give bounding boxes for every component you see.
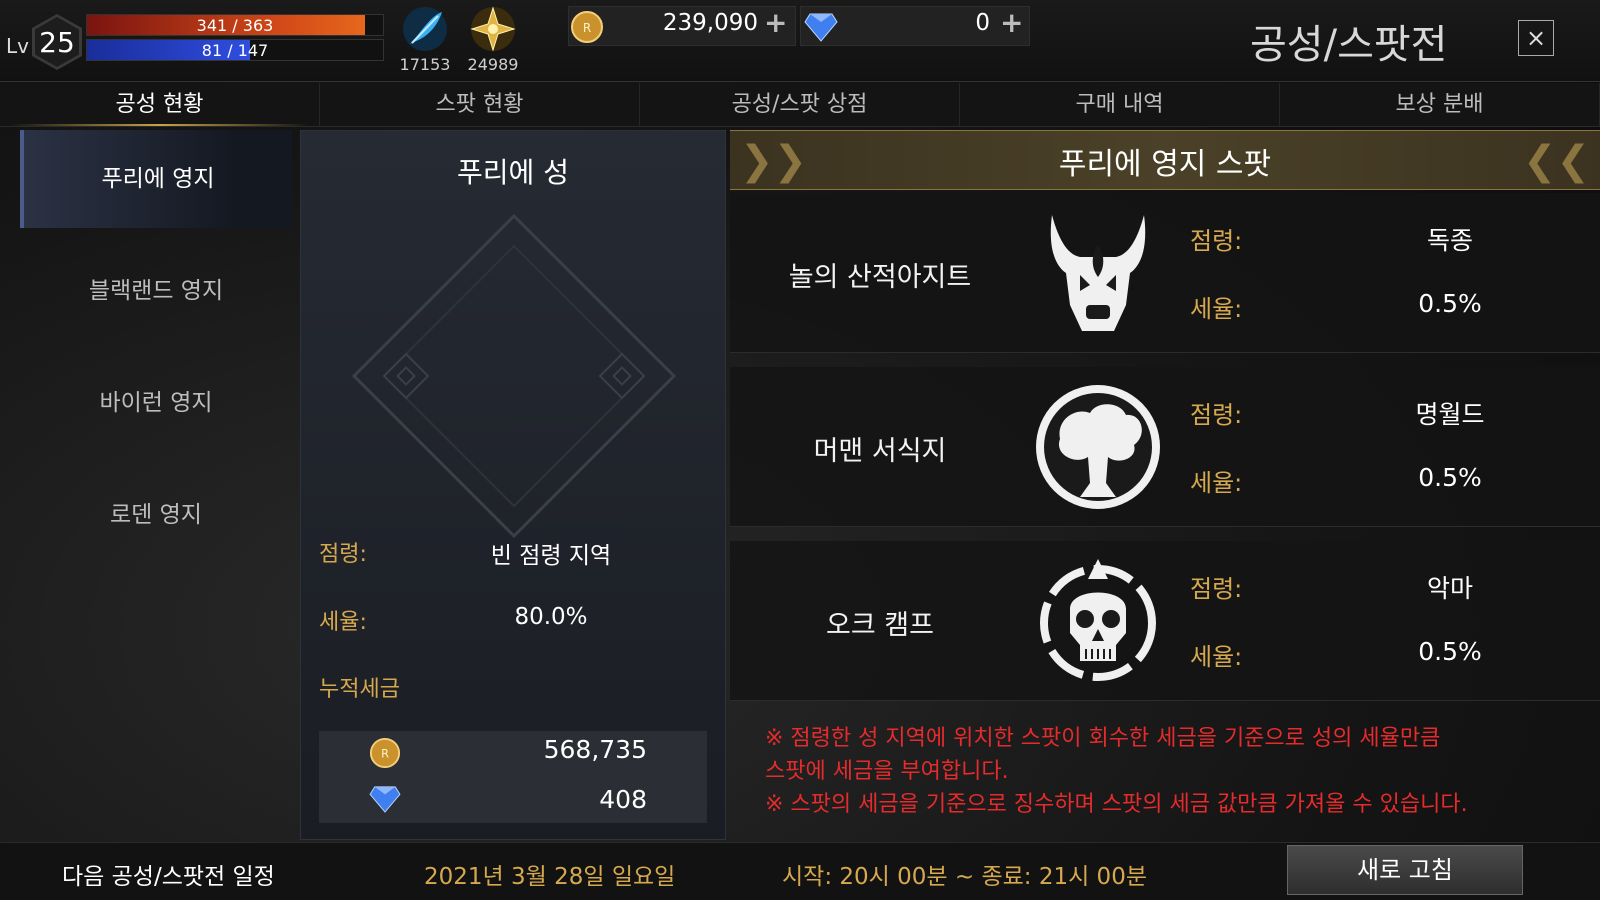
spot-row[interactable]: 놀의 산적아지트 점령: 독종 세율: 0.5% bbox=[730, 193, 1600, 353]
bull-skull-icon bbox=[1050, 215, 1146, 331]
territory-sidebar: 푸리에 영지 블랙랜드 영지 바이런 영지 로덴 영지 bbox=[20, 130, 292, 840]
feather-count: 17153 bbox=[399, 55, 451, 74]
spot-occupation-label: 점령: bbox=[1190, 401, 1243, 429]
accumulated-tax-label: 누적세금 bbox=[319, 677, 400, 702]
accumulated-diamond-value: 408 bbox=[599, 785, 647, 814]
schedule-label: 다음 공성/스팟전 일정 bbox=[62, 864, 275, 890]
blue-diamond-icon bbox=[369, 786, 401, 813]
spot-header-title: 푸리에 영지 스팟 bbox=[1058, 147, 1272, 182]
svg-text:R: R bbox=[583, 21, 591, 35]
spot-tax-label: 세율: bbox=[1190, 643, 1243, 671]
star-count: 24989 bbox=[467, 55, 519, 74]
tab-siege-status[interactable]: 공성 현황 bbox=[0, 83, 320, 126]
level-badge: 25 bbox=[32, 14, 82, 70]
spot-name: 오크 캠프 bbox=[826, 610, 934, 641]
add-diamond-button[interactable]: + bbox=[1000, 6, 1023, 39]
spot-occupation-value: 독종 bbox=[1426, 226, 1473, 255]
spot-occupation-label: 점령: bbox=[1190, 227, 1243, 255]
gold-amount: 239,090 bbox=[662, 10, 758, 36]
schedule-bar: 다음 공성/스팟전 일정 2021년 3월 28일 일요일 시작: 20시 00… bbox=[0, 842, 1600, 900]
tax-rate-value: 80.0% bbox=[514, 604, 588, 630]
tab-spot-status[interactable]: 스팟 현황 bbox=[320, 83, 640, 126]
spot-tax-value: 0.5% bbox=[1418, 463, 1482, 492]
close-button[interactable]: × bbox=[1518, 20, 1554, 56]
blue-diamond-icon bbox=[804, 13, 838, 42]
castle-frame-emblem bbox=[351, 213, 677, 539]
sidebar-item-roden[interactable]: 로덴 영지 bbox=[20, 466, 292, 564]
diamond-amount: 0 bbox=[975, 10, 990, 36]
castle-panel: 푸리에 성 점령: 빈 점령 지역 세율: 80.0% 누적세금 R 568,7… bbox=[300, 130, 726, 840]
chevron-left-icon: ❮❮ bbox=[1522, 138, 1590, 184]
spot-header: ❯❯ 푸리에 영지 스팟 ❮❮ bbox=[730, 130, 1600, 190]
tax-notice: ※ 점령한 성 지역에 위치한 스팟이 회수한 세금을 기준으로 성의 세율만큼… bbox=[765, 722, 1585, 821]
level-label: Lv bbox=[6, 34, 29, 58]
spot-row[interactable]: 머맨 서식지 점령: 명월드 세율: 0.5% bbox=[730, 367, 1600, 527]
page-title: 공성/스팟전 bbox=[1250, 22, 1448, 68]
accumulated-tax-box: R 568,735 408 bbox=[319, 731, 707, 823]
notice-line: ※ 스팟의 세금을 기준으로 징수하며 스팟의 세금 값만큼 가져올 수 있습니… bbox=[765, 792, 1468, 817]
spot-tax-value: 0.5% bbox=[1418, 637, 1482, 666]
hp-bar: 341 / 363 bbox=[86, 14, 384, 36]
mp-text: 81 / 147 bbox=[201, 41, 269, 60]
spot-occupation-value: 명월드 bbox=[1415, 400, 1485, 429]
skull-emblem-icon bbox=[1040, 559, 1156, 681]
castle-title: 푸리에 성 bbox=[457, 156, 569, 189]
sidebar-item-byron[interactable]: 바이런 영지 bbox=[20, 354, 292, 452]
spot-tax-label: 세율: bbox=[1190, 295, 1243, 323]
tax-rate-label: 세율: bbox=[319, 610, 367, 635]
spot-name: 머맨 서식지 bbox=[813, 436, 947, 467]
gold-coin-icon: R bbox=[369, 737, 401, 769]
spot-tax-label: 세율: bbox=[1190, 469, 1243, 497]
spot-occupation-value: 악마 bbox=[1426, 574, 1473, 603]
level-value: 25 bbox=[35, 17, 79, 67]
notice-line: 스팟에 세금을 부여합니다. bbox=[765, 759, 1009, 784]
tree-emblem-icon bbox=[1036, 385, 1160, 509]
main-tabs: 공성 현황 스팟 현황 공성/스팟 상점 구매 내역 보상 분배 bbox=[0, 83, 1600, 127]
tab-purchase-history[interactable]: 구매 내역 bbox=[960, 83, 1280, 126]
top-status-bar: Lv 25 341 / 363 81 / 147 17153 24989 R 2… bbox=[0, 0, 1600, 82]
spot-occupation-label: 점령: bbox=[1190, 575, 1243, 603]
sidebar-item-furie[interactable]: 푸리에 영지 bbox=[20, 130, 292, 228]
occupation-value: 빈 점령 지역 bbox=[490, 543, 612, 569]
spot-name: 놀의 산적아지트 bbox=[788, 262, 972, 293]
occupation-label: 점령: bbox=[319, 542, 367, 567]
gold-star-icon[interactable] bbox=[468, 4, 518, 54]
schedule-time: 시작: 20시 00분 ~ 종료: 21시 00분 bbox=[782, 864, 1147, 890]
add-gold-button[interactable]: + bbox=[764, 6, 787, 39]
spot-tax-value: 0.5% bbox=[1418, 289, 1482, 318]
schedule-date: 2021년 3월 28일 일요일 bbox=[424, 864, 676, 890]
hp-text: 341 / 363 bbox=[196, 16, 274, 35]
accumulated-gold-value: 568,735 bbox=[543, 735, 647, 764]
tab-reward-distribution[interactable]: 보상 분배 bbox=[1280, 83, 1600, 126]
gold-coin-icon: R bbox=[571, 11, 603, 43]
tab-siege-shop[interactable]: 공성/스팟 상점 bbox=[640, 83, 960, 126]
notice-line: ※ 점령한 성 지역에 위치한 스팟이 회수한 세금을 기준으로 성의 세율만큼 bbox=[765, 726, 1441, 751]
refresh-button[interactable]: 새로 고침 bbox=[1287, 845, 1523, 895]
mp-bar: 81 / 147 bbox=[86, 39, 384, 61]
blue-feather-icon[interactable] bbox=[400, 4, 450, 54]
svg-text:R: R bbox=[381, 748, 389, 761]
spot-row[interactable]: 오크 캠프 점령: 악마 세율: 0.5% bbox=[730, 541, 1600, 701]
sidebar-item-blackland[interactable]: 블랙랜드 영지 bbox=[20, 242, 292, 340]
